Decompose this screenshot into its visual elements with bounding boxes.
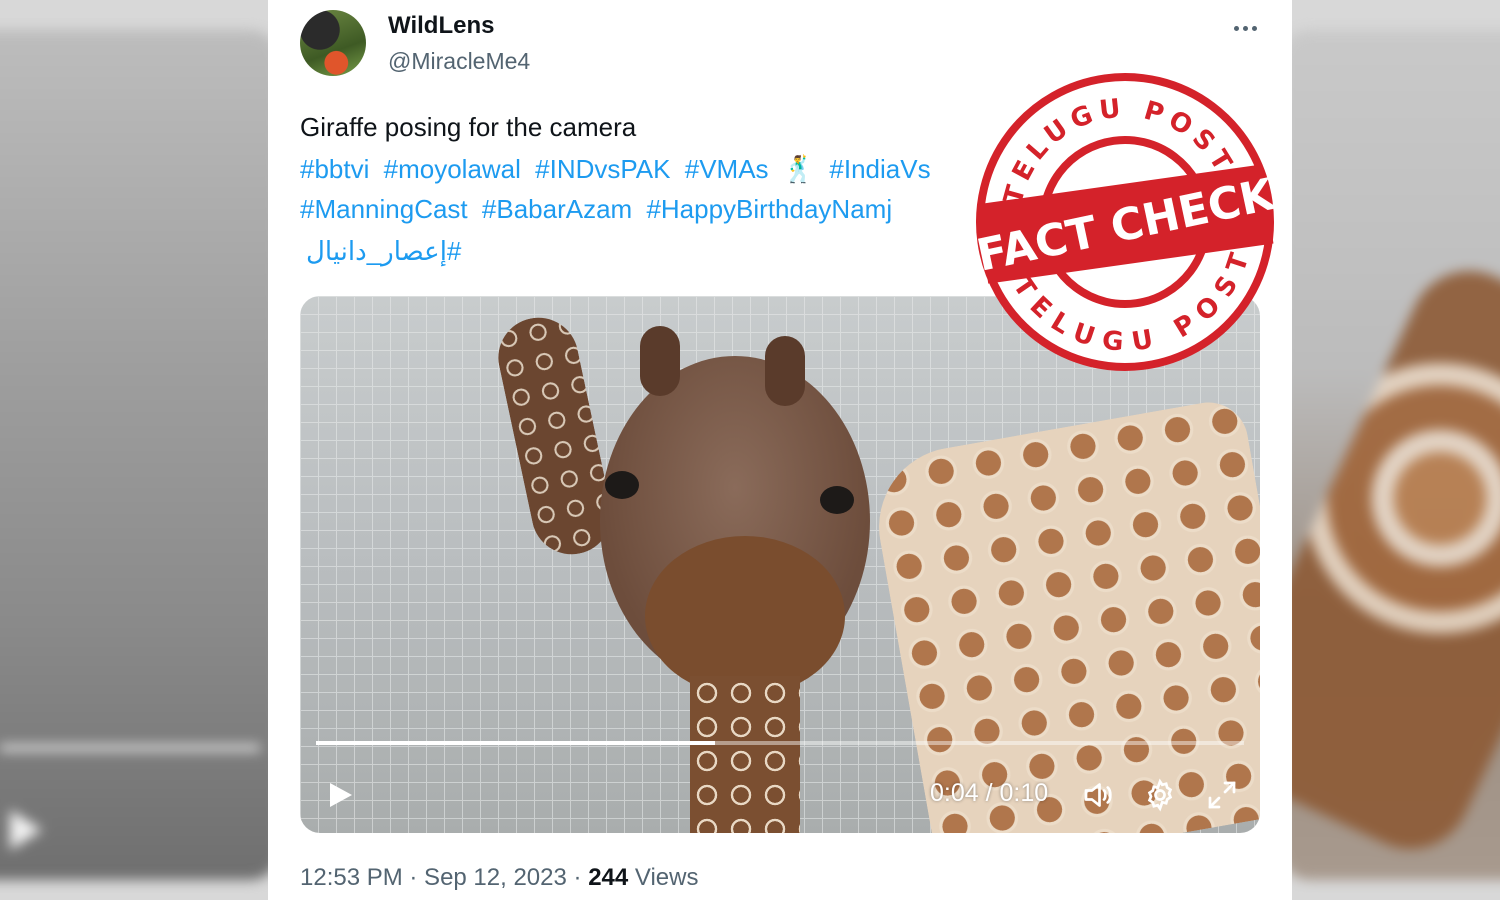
giraffe-ossicone [640, 326, 680, 396]
giraffe-eye [820, 486, 854, 514]
blurred-backdrop-left [0, 30, 280, 880]
play-icon[interactable] [324, 777, 360, 813]
views-label: Views [628, 864, 699, 891]
user-handle[interactable]: @MiracleMe4 [388, 48, 530, 75]
hashtag-link[interactable]: #HappyBirthdayNamj [646, 194, 892, 224]
hashtag-row-1: #bbtvi #moyolawal #INDvsPAK #VMAs 🕺 #Ind… [300, 154, 938, 185]
hashtag-link[interactable]: #bbtvi [300, 154, 369, 184]
video-progress-fill [316, 741, 716, 745]
hashtag-row-2: #ManningCast #BabarAzam #HappyBirthdayNa… [300, 194, 899, 225]
volume-icon[interactable] [1080, 777, 1116, 813]
giraffe-neck [690, 676, 800, 833]
views-count: 244 [588, 864, 629, 891]
tweet-timestamp[interactable]: 12:53 PM · Sep 12, 2023 · [300, 864, 588, 891]
video-time: 0:04 / 0:10 [930, 779, 1049, 807]
avatar[interactable] [300, 10, 366, 76]
hashtag-link[interactable]: #BabarAzam [482, 194, 632, 224]
fullscreen-icon[interactable] [1204, 777, 1240, 813]
giraffe-ossicone [765, 336, 805, 406]
blurred-giraffe-neck [1280, 251, 1500, 869]
hashtag-link[interactable]: #INDvsPAK [535, 154, 670, 184]
giraffe-snout [645, 536, 845, 696]
video-player[interactable]: 0:04 / 0:10 [300, 296, 1260, 833]
display-name[interactable]: WildLens [388, 12, 494, 40]
settings-gear-icon[interactable] [1142, 777, 1178, 813]
fact-check-stamp: TELUGU POST TELUGU POST FACT CHECK [953, 52, 1298, 392]
video-progress-bar[interactable] [316, 741, 1244, 745]
more-options-icon[interactable] [1228, 14, 1262, 42]
tweet-footer: 12:53 PM · Sep 12, 2023 · 244 Views [300, 864, 699, 892]
hashtag-link[interactable]: #moyolawal [384, 154, 521, 184]
hashtag-link[interactable]: #ManningCast [300, 194, 468, 224]
blurred-backdrop-right [1280, 30, 1500, 880]
giraffe-body-right [866, 396, 1260, 833]
hashtag-link[interactable]: #إعصار_دانيال [306, 236, 461, 266]
blurred-play-icon [10, 810, 42, 850]
giraffe-eye [605, 471, 639, 499]
blurred-progress-bar [0, 745, 260, 751]
dancer-emoji: 🕺 [782, 154, 816, 184]
hashtag-link[interactable]: #IndiaVs [829, 154, 930, 184]
hashtag-row-3: #إعصار_دانيال [306, 236, 468, 267]
tweet-text: Giraffe posing for the camera [300, 112, 637, 142]
hashtag-link[interactable]: #VMAs [685, 154, 769, 184]
